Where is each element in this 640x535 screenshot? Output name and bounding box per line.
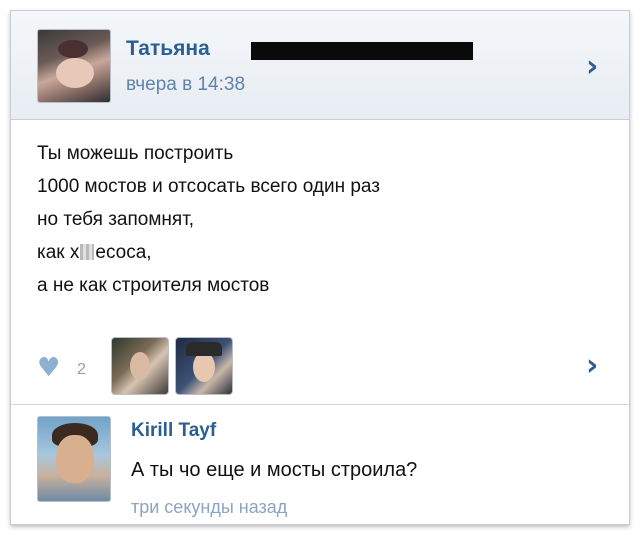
liker-avatar[interactable] [175, 337, 233, 395]
comment-time: три секунды назад [131, 497, 288, 517]
post-line-part: есоса, [95, 242, 152, 263]
liker-avatar[interactable] [111, 337, 169, 395]
post-line-censored: как х есоса, [37, 236, 597, 269]
post-text: Ты можешь построить 1000 мостов и отсоса… [37, 137, 597, 302]
avatar-hair-shape [58, 40, 88, 58]
likes-row[interactable]: ♥ 2 [37, 333, 607, 401]
liker-hat-shape [186, 342, 222, 356]
author-name[interactable]: Татьяна [126, 37, 210, 61]
divider [11, 404, 629, 405]
post-line: Ты можешь построить [37, 143, 234, 164]
commenter-avatar[interactable] [37, 416, 111, 502]
post-time: вчера в 14:38 [126, 74, 246, 95]
censor-block [80, 244, 95, 260]
avatar-face-shape [56, 435, 94, 483]
like-count: 2 [77, 361, 86, 378]
liker-face-shape [130, 352, 150, 380]
heart-icon[interactable]: ♥ [37, 353, 60, 383]
post-line: а не как строителя мостов [37, 275, 270, 296]
comment-text: А ты чо еще и мосты строила? [131, 459, 418, 481]
post-card: Татьяна вчера в 14:38 › Ты можешь постро… [10, 10, 630, 525]
post-line: но тебя запомнят, [37, 209, 195, 230]
post-line-part: как х [37, 242, 80, 263]
post-header[interactable]: Татьяна вчера в 14:38 › [11, 11, 629, 120]
chevron-right-icon[interactable]: › [586, 348, 598, 383]
chevron-right-icon[interactable]: › [586, 49, 598, 84]
liker-face-shape [193, 352, 215, 382]
comment-author[interactable]: Kirill Tayf [131, 420, 216, 442]
post-line: 1000 мостов и отсосать всего один раз [37, 176, 381, 197]
name-redaction [251, 42, 473, 60]
author-avatar[interactable] [37, 29, 111, 103]
avatar-body-shape [56, 58, 94, 88]
